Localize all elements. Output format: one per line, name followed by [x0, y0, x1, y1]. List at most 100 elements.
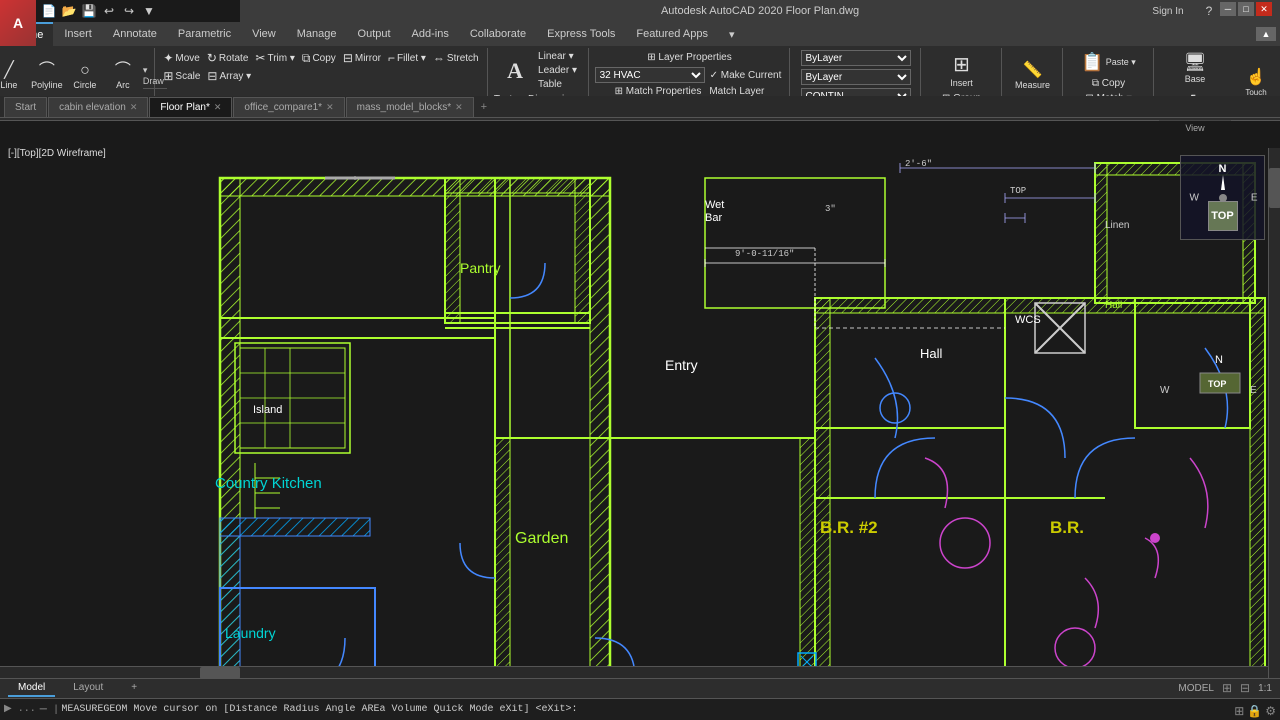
clipboard-copy-button[interactable]: ⧉ Copy [1089, 77, 1128, 90]
touch-button[interactable]: ☝ Touch [1238, 65, 1274, 99]
canvas-area[interactable]: Pantry Country Kitchen Island Garden Ent… [0, 148, 1280, 678]
leader-button[interactable]: Leader ▾ [535, 64, 580, 77]
tab-office-compare[interactable]: office_compare1* ✕ [233, 97, 344, 117]
svg-text:3": 3" [825, 204, 836, 214]
arc-button[interactable]: ⌒ Arc [105, 61, 141, 92]
qat-redo[interactable]: ↪ [120, 2, 138, 20]
qat-open[interactable]: 📂 [60, 2, 78, 20]
svg-text:B.R.: B.R. [1050, 518, 1084, 537]
layout-tab[interactable]: Layout [63, 680, 113, 697]
qat-options[interactable]: ▼ [140, 2, 158, 20]
tab-close-mass[interactable]: ✕ [455, 102, 463, 113]
viewport-label: [-][Top][2D Wireframe] [8, 148, 106, 159]
svg-text:TOP: TOP [1010, 186, 1026, 196]
base-button[interactable]: 🖥 Base [1177, 50, 1213, 86]
add-layout-button[interactable]: + [121, 680, 147, 697]
rotate-button[interactable]: ↻ Rotate [204, 50, 252, 66]
mirror-button[interactable]: ⊟ Mirror [340, 50, 384, 66]
minimize-button[interactable]: ─ [1220, 2, 1236, 16]
scale-button[interactable]: ⊞ Scale [160, 68, 203, 84]
move-button[interactable]: ✦ Move [160, 50, 203, 66]
measure-button[interactable]: 📏 Measure [1011, 61, 1054, 92]
array-button[interactable]: ⊟ Array ▾ [204, 68, 254, 84]
copy-button[interactable]: ⧉ Copy [299, 50, 339, 67]
qat-save[interactable]: 💾 [80, 2, 98, 20]
paste-button[interactable]: 📋Paste ▾ [1077, 50, 1139, 75]
table-button[interactable]: Table [535, 78, 580, 91]
sign-in-button[interactable]: Sign In [1138, 2, 1198, 20]
text-button[interactable]: A [497, 58, 533, 84]
tab-featuredapps[interactable]: Featured Apps [626, 22, 718, 46]
svg-text:Bar: Bar [705, 212, 722, 224]
svg-text:Pantry: Pantry [460, 260, 500, 276]
tab-output[interactable]: Output [348, 22, 401, 46]
model-layout-tabs: Model Layout + MODEL ⊞ ⊟ 1:1 [0, 679, 1280, 699]
linetype-selector[interactable]: ByLayer [801, 69, 911, 85]
tab-floor-plan[interactable]: Floor Plan* ✕ [149, 97, 232, 117]
scrollbar-thumb-v[interactable] [1269, 168, 1280, 208]
grid-toggle[interactable]: ⊞ [1222, 681, 1232, 695]
add-tab-button[interactable]: + [475, 97, 493, 117]
help-btn[interactable]: ? [1200, 2, 1218, 20]
zoom-level: 1:1 [1258, 683, 1272, 694]
model-label: MODEL [1178, 683, 1214, 694]
svg-text:E: E [1250, 385, 1257, 396]
tab-insert[interactable]: Insert [54, 22, 102, 46]
maximize-button[interactable]: □ [1238, 2, 1254, 16]
tab-close-floorplan[interactable]: ✕ [214, 102, 222, 113]
top-view-button[interactable]: TOP [1208, 201, 1238, 231]
ribbon-tabs: Home Insert Annotate Parametric View Man… [0, 22, 1280, 46]
qat-undo[interactable]: ↩ [100, 2, 118, 20]
model-tab[interactable]: Model [8, 680, 55, 697]
lock-icon[interactable]: 🔒 [1247, 704, 1262, 718]
application-button[interactable]: A [0, 0, 36, 46]
tab-addins[interactable]: Add-ins [402, 22, 459, 46]
svg-text:2'-6": 2'-6" [905, 159, 932, 169]
tab-more[interactable]: ▾ [719, 22, 745, 46]
trim-button[interactable]: ✂ Trim ▾ [252, 50, 297, 66]
gear-icon[interactable]: ⚙ [1265, 704, 1276, 718]
snap-toggle[interactable]: ⊟ [1240, 681, 1250, 695]
tab-close-cabin[interactable]: ✕ [130, 102, 138, 113]
layer-properties-button[interactable]: ⊞ Layer Properties [643, 50, 736, 65]
layer-selector[interactable]: 32 HVAC [595, 67, 705, 83]
tab-collaborate[interactable]: Collaborate [460, 22, 536, 46]
tab-cabin-elevation[interactable]: cabin elevation ✕ [48, 97, 148, 117]
tab-view[interactable]: View [242, 22, 286, 46]
close-button[interactable]: ✕ [1256, 2, 1272, 16]
make-current-button[interactable]: ✓ Make Current [707, 69, 785, 82]
command-prompt: ▶ ... [4, 703, 36, 715]
tab-start[interactable]: Start [4, 97, 47, 117]
linear-button[interactable]: Linear ▾ [535, 50, 580, 63]
viewcube[interactable]: N E W TOP [1180, 155, 1265, 240]
svg-text:Country Kitchen: Country Kitchen [215, 475, 322, 492]
command-input[interactable] [61, 704, 1276, 715]
scrollbar-vertical[interactable] [1268, 148, 1280, 678]
svg-text:Linen: Linen [1105, 220, 1129, 231]
tab-expresstools[interactable]: Express Tools [537, 22, 625, 46]
scrollbar-horizontal[interactable] [0, 666, 1268, 678]
floorplan-svg[interactable]: Pantry Country Kitchen Island Garden Ent… [0, 148, 1280, 678]
cmd-separator: | [55, 704, 58, 715]
polyline-button[interactable]: ⌒ Polyline [29, 61, 65, 92]
color-selector[interactable]: ByLayer [801, 50, 911, 66]
command-line[interactable]: ▶ ... ─ | [0, 699, 1280, 720]
statusbar: Model Layout + MODEL ⊞ ⊟ 1:1 ▶ ... ─ | [0, 678, 1280, 720]
status-icons: ⊞ 🔒 ⚙ [1234, 704, 1276, 718]
ribbon-minimize[interactable]: ▲ [1256, 27, 1276, 41]
titlebar-title: Autodesk AutoCAD 2020 Floor Plan.dwg [248, 5, 1272, 17]
fillet-button[interactable]: ⌐ Fillet ▾ [385, 50, 429, 66]
insert-button[interactable]: ⊞ Insert [943, 50, 979, 90]
circle-button[interactable]: ○ Circle [67, 61, 103, 92]
tab-mass-model[interactable]: mass_model_blocks* ✕ [346, 97, 474, 117]
tab-annotate[interactable]: Annotate [103, 22, 167, 46]
dwg-icon[interactable]: ⊞ [1234, 704, 1244, 718]
svg-text:Island: Island [253, 404, 282, 416]
stretch-button[interactable]: ⇔ Stretch [430, 50, 482, 66]
tab-close-office[interactable]: ✕ [326, 102, 334, 113]
tab-parametric[interactable]: Parametric [168, 22, 241, 46]
tab-manage[interactable]: Manage [287, 22, 347, 46]
qat-new[interactable]: 📄 [40, 2, 58, 20]
titlebar: Autodesk AutoCAD 2020 Floor Plan.dwg Sig… [240, 0, 1280, 22]
line-button[interactable]: ╱ Line [0, 61, 27, 92]
